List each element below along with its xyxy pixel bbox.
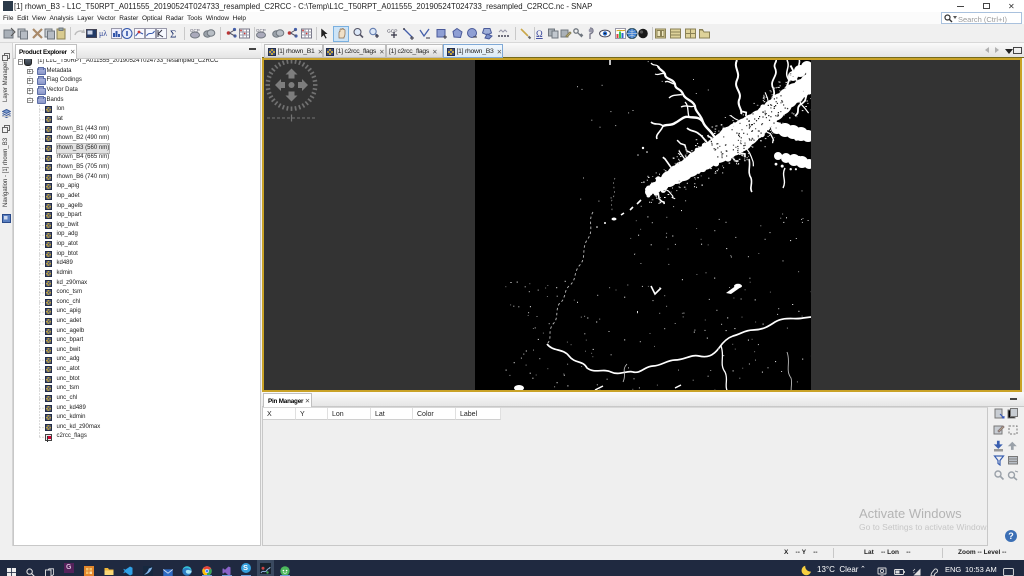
svg-text:μλ: μλ: [99, 29, 107, 38]
svg-text:GCP: GCP: [190, 28, 200, 33]
svg-text:Σ: Σ: [170, 28, 176, 40]
svg-text:GCP: GCP: [256, 28, 266, 33]
svg-text:Ω: Ω: [536, 29, 543, 39]
svg-text:GCP: GCP: [387, 28, 397, 34]
